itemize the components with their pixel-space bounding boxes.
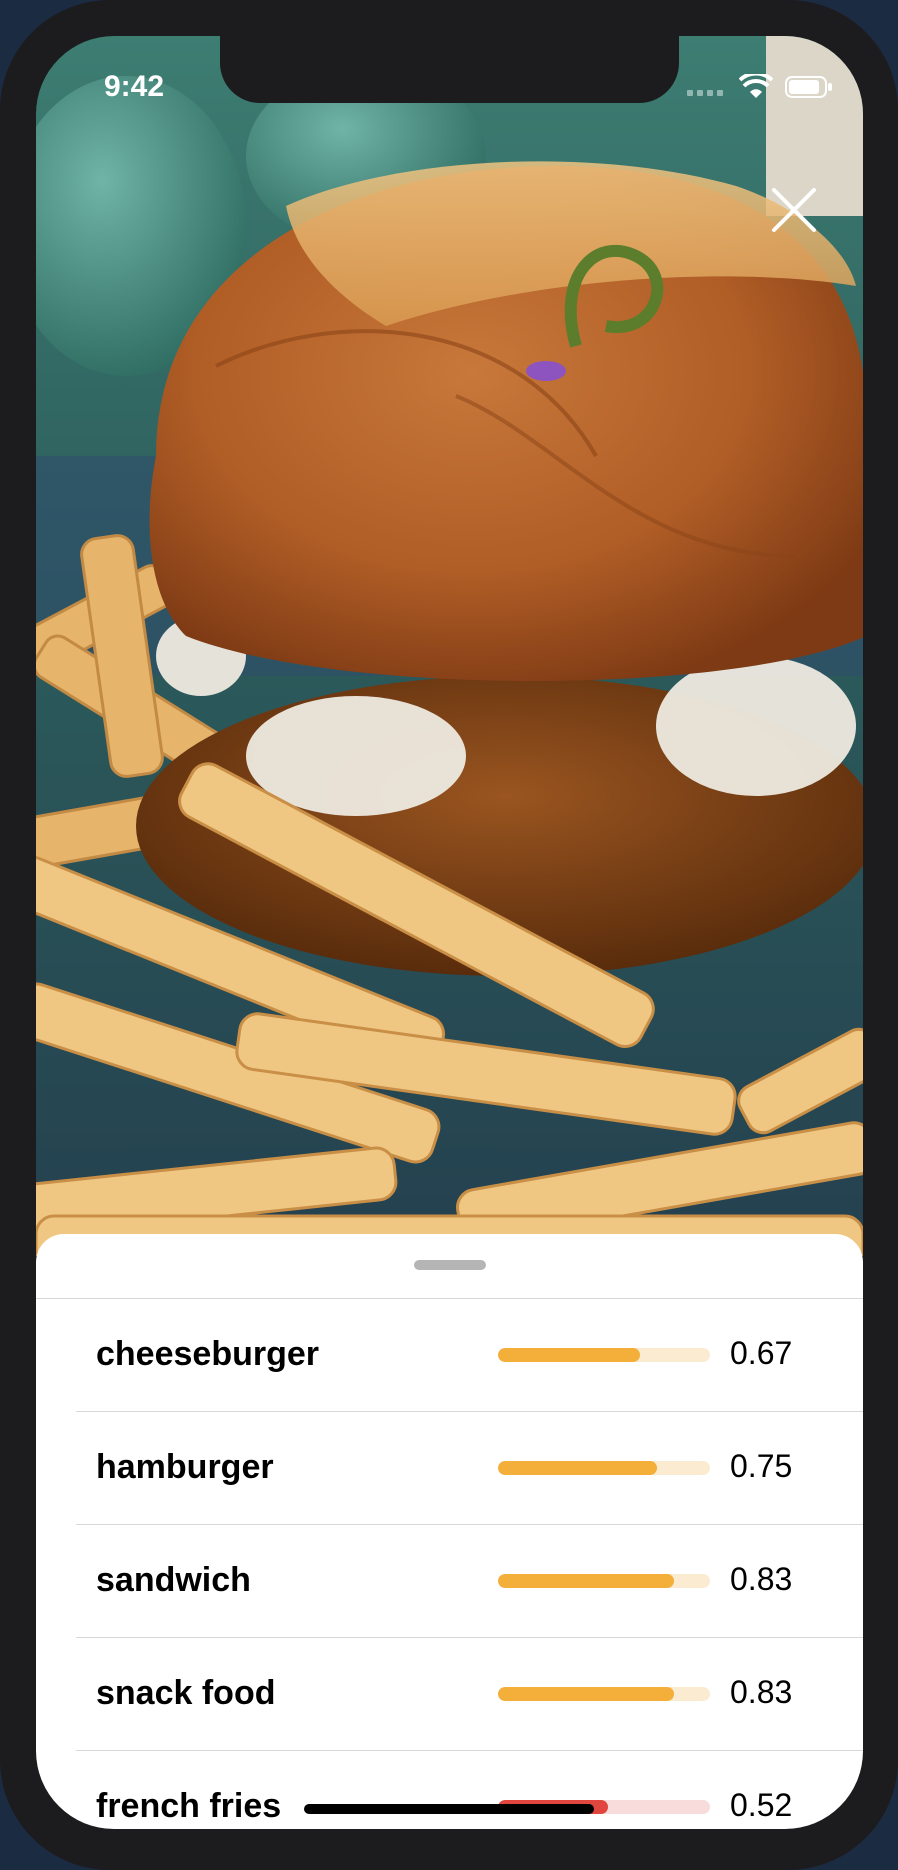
confidence-value: 0.52 xyxy=(730,1787,793,1823)
result-row: snack food 0.83 xyxy=(76,1638,863,1751)
status-time: 9:42 xyxy=(104,70,165,103)
result-row: french fries 0.52 xyxy=(76,1751,863,1829)
cellular-signal-icon xyxy=(687,90,723,96)
sheet-grabber-handle[interactable] xyxy=(414,1260,486,1270)
food-photo xyxy=(36,36,863,1256)
confidence-bar xyxy=(498,1687,710,1701)
confidence-value: 0.83 xyxy=(730,1561,793,1597)
confidence-value: 0.67 xyxy=(730,1335,793,1371)
result-label: hamburger xyxy=(96,1448,274,1486)
confidence-bar-fill xyxy=(498,1687,674,1701)
phone-frame: 9:42 cheeseburger 0.67 hamburger 0.75 sa… xyxy=(0,0,898,1870)
confidence-bar xyxy=(498,1461,710,1475)
result-row: cheeseburger 0.67 xyxy=(76,1299,863,1412)
confidence-value: 0.75 xyxy=(730,1448,793,1484)
confidence-bar xyxy=(498,1348,710,1362)
wifi-icon xyxy=(739,74,773,98)
screen: 9:42 cheeseburger 0.67 hamburger 0.75 sa… xyxy=(36,36,863,1829)
confidence-bar-fill xyxy=(498,1574,674,1588)
confidence-bar-fill xyxy=(498,1461,657,1475)
confidence-value: 0.83 xyxy=(730,1674,793,1710)
battery-icon xyxy=(785,76,832,98)
close-icon[interactable] xyxy=(766,182,822,238)
results-sheet[interactable]: cheeseburger 0.67 hamburger 0.75 sandwich 0.8… xyxy=(36,1234,863,1829)
result-row: sandwich 0.83 xyxy=(76,1525,863,1638)
result-label: french fries xyxy=(96,1787,282,1825)
home-indicator[interactable] xyxy=(304,1804,594,1814)
notch xyxy=(220,36,679,103)
result-row: hamburger 0.75 xyxy=(76,1412,863,1525)
confidence-bar-fill xyxy=(498,1348,641,1362)
results-list: cheeseburger 0.67 hamburger 0.75 sandwich 0.8… xyxy=(36,1298,863,1829)
confidence-bar xyxy=(498,1574,710,1588)
result-label: sandwich xyxy=(96,1561,251,1599)
result-label: snack food xyxy=(96,1674,276,1712)
status-icons xyxy=(687,74,833,100)
result-label: cheeseburger xyxy=(96,1335,319,1373)
